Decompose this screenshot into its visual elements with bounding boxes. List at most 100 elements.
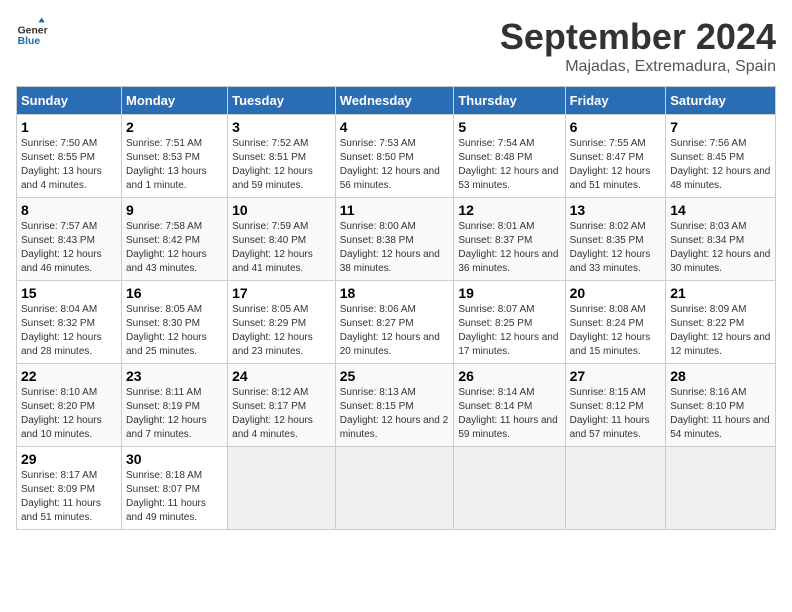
day-info: Sunrise: 7:50 AM Sunset: 8:55 PM Dayligh… [21,137,117,193]
calendar-day-19: 19 Sunrise: 8:07 AM Sunset: 8:25 PM Dayl… [454,281,565,364]
day-info: Sunrise: 7:55 AM Sunset: 8:47 PM Dayligh… [570,137,662,193]
calendar-day-2: 2 Sunrise: 7:51 AM Sunset: 8:53 PM Dayli… [121,115,227,198]
day-info: Sunrise: 8:05 AM Sunset: 8:29 PM Dayligh… [232,303,331,359]
day-info: Sunrise: 7:57 AM Sunset: 8:43 PM Dayligh… [21,220,117,276]
calendar-day-28: 28 Sunrise: 8:16 AM Sunset: 8:10 PM Dayl… [666,364,776,447]
day-number: 21 [670,285,771,301]
day-number: 24 [232,368,331,384]
empty-cell [228,447,336,530]
calendar-day-14: 14 Sunrise: 8:03 AM Sunset: 8:34 PM Dayl… [666,198,776,281]
day-number: 28 [670,368,771,384]
day-number: 27 [570,368,662,384]
day-info: Sunrise: 8:10 AM Sunset: 8:20 PM Dayligh… [21,386,117,442]
day-info: Sunrise: 7:53 AM Sunset: 8:50 PM Dayligh… [340,137,450,193]
calendar-day-3: 3 Sunrise: 7:52 AM Sunset: 8:51 PM Dayli… [228,115,336,198]
day-info: Sunrise: 8:03 AM Sunset: 8:34 PM Dayligh… [670,220,771,276]
calendar-day-24: 24 Sunrise: 8:12 AM Sunset: 8:17 PM Dayl… [228,364,336,447]
calendar-day-20: 20 Sunrise: 8:08 AM Sunset: 8:24 PM Dayl… [565,281,666,364]
calendar-day-30: 30 Sunrise: 8:18 AM Sunset: 8:07 PM Dayl… [121,447,227,530]
day-number: 3 [232,119,331,135]
day-number: 25 [340,368,450,384]
empty-cell [454,447,565,530]
day-number: 12 [458,202,560,218]
day-number: 9 [126,202,223,218]
day-number: 29 [21,451,117,467]
day-number: 11 [340,202,450,218]
day-info: Sunrise: 8:17 AM Sunset: 8:09 PM Dayligh… [21,469,117,525]
day-number: 15 [21,285,117,301]
calendar-day-25: 25 Sunrise: 8:13 AM Sunset: 8:15 PM Dayl… [335,364,454,447]
day-number: 14 [670,202,771,218]
calendar-day-16: 16 Sunrise: 8:05 AM Sunset: 8:30 PM Dayl… [121,281,227,364]
location-subtitle: Majadas, Extremadura, Spain [500,58,776,76]
day-number: 13 [570,202,662,218]
svg-text:General: General [18,26,48,37]
calendar-day-18: 18 Sunrise: 8:06 AM Sunset: 8:27 PM Dayl… [335,281,454,364]
title-block: September 2024 Majadas, Extremadura, Spa… [500,16,776,76]
logo: General Blue [16,16,48,48]
day-number: 6 [570,119,662,135]
day-info: Sunrise: 8:08 AM Sunset: 8:24 PM Dayligh… [570,303,662,359]
day-info: Sunrise: 8:09 AM Sunset: 8:22 PM Dayligh… [670,303,771,359]
weekday-header-saturday: Saturday [666,87,776,115]
calendar-day-10: 10 Sunrise: 7:59 AM Sunset: 8:40 PM Dayl… [228,198,336,281]
calendar-day-1: 1 Sunrise: 7:50 AM Sunset: 8:55 PM Dayli… [17,115,122,198]
calendar-day-26: 26 Sunrise: 8:14 AM Sunset: 8:14 PM Dayl… [454,364,565,447]
weekday-header-sunday: Sunday [17,87,122,115]
month-title: September 2024 [500,16,776,58]
day-info: Sunrise: 7:58 AM Sunset: 8:42 PM Dayligh… [126,220,223,276]
calendar-day-23: 23 Sunrise: 8:11 AM Sunset: 8:19 PM Dayl… [121,364,227,447]
day-info: Sunrise: 8:07 AM Sunset: 8:25 PM Dayligh… [458,303,560,359]
calendar-day-4: 4 Sunrise: 7:53 AM Sunset: 8:50 PM Dayli… [335,115,454,198]
calendar-day-27: 27 Sunrise: 8:15 AM Sunset: 8:12 PM Dayl… [565,364,666,447]
day-number: 2 [126,119,223,135]
weekday-header-thursday: Thursday [454,87,565,115]
calendar-day-21: 21 Sunrise: 8:09 AM Sunset: 8:22 PM Dayl… [666,281,776,364]
day-info: Sunrise: 8:04 AM Sunset: 8:32 PM Dayligh… [21,303,117,359]
day-number: 16 [126,285,223,301]
day-number: 23 [126,368,223,384]
weekday-header-monday: Monday [121,87,227,115]
calendar-day-13: 13 Sunrise: 8:02 AM Sunset: 8:35 PM Dayl… [565,198,666,281]
day-info: Sunrise: 8:14 AM Sunset: 8:14 PM Dayligh… [458,386,560,442]
day-number: 1 [21,119,117,135]
empty-cell [666,447,776,530]
day-info: Sunrise: 8:13 AM Sunset: 8:15 PM Dayligh… [340,386,450,442]
empty-cell [565,447,666,530]
calendar-day-8: 8 Sunrise: 7:57 AM Sunset: 8:43 PM Dayli… [17,198,122,281]
logo-icon: General Blue [16,16,48,48]
day-number: 4 [340,119,450,135]
calendar-day-7: 7 Sunrise: 7:56 AM Sunset: 8:45 PM Dayli… [666,115,776,198]
empty-cell [335,447,454,530]
day-number: 19 [458,285,560,301]
calendar-day-15: 15 Sunrise: 8:04 AM Sunset: 8:32 PM Dayl… [17,281,122,364]
svg-text:Blue: Blue [18,36,41,47]
day-info: Sunrise: 8:01 AM Sunset: 8:37 PM Dayligh… [458,220,560,276]
day-info: Sunrise: 7:52 AM Sunset: 8:51 PM Dayligh… [232,137,331,193]
day-info: Sunrise: 8:12 AM Sunset: 8:17 PM Dayligh… [232,386,331,442]
weekday-header-friday: Friday [565,87,666,115]
calendar-day-12: 12 Sunrise: 8:01 AM Sunset: 8:37 PM Dayl… [454,198,565,281]
day-info: Sunrise: 8:11 AM Sunset: 8:19 PM Dayligh… [126,386,223,442]
weekday-header-wednesday: Wednesday [335,87,454,115]
day-info: Sunrise: 7:51 AM Sunset: 8:53 PM Dayligh… [126,137,223,193]
calendar-day-11: 11 Sunrise: 8:00 AM Sunset: 8:38 PM Dayl… [335,198,454,281]
calendar-day-9: 9 Sunrise: 7:58 AM Sunset: 8:42 PM Dayli… [121,198,227,281]
day-number: 5 [458,119,560,135]
day-info: Sunrise: 7:54 AM Sunset: 8:48 PM Dayligh… [458,137,560,193]
day-number: 7 [670,119,771,135]
day-info: Sunrise: 8:06 AM Sunset: 8:27 PM Dayligh… [340,303,450,359]
day-number: 17 [232,285,331,301]
day-info: Sunrise: 7:59 AM Sunset: 8:40 PM Dayligh… [232,220,331,276]
weekday-header-tuesday: Tuesday [228,87,336,115]
day-info: Sunrise: 8:00 AM Sunset: 8:38 PM Dayligh… [340,220,450,276]
day-info: Sunrise: 8:18 AM Sunset: 8:07 PM Dayligh… [126,469,223,525]
calendar-day-22: 22 Sunrise: 8:10 AM Sunset: 8:20 PM Dayl… [17,364,122,447]
day-number: 22 [21,368,117,384]
calendar-table: SundayMondayTuesdayWednesdayThursdayFrid… [16,86,776,530]
day-info: Sunrise: 7:56 AM Sunset: 8:45 PM Dayligh… [670,137,771,193]
day-number: 20 [570,285,662,301]
day-number: 30 [126,451,223,467]
calendar-day-29: 29 Sunrise: 8:17 AM Sunset: 8:09 PM Dayl… [17,447,122,530]
calendar-day-6: 6 Sunrise: 7:55 AM Sunset: 8:47 PM Dayli… [565,115,666,198]
